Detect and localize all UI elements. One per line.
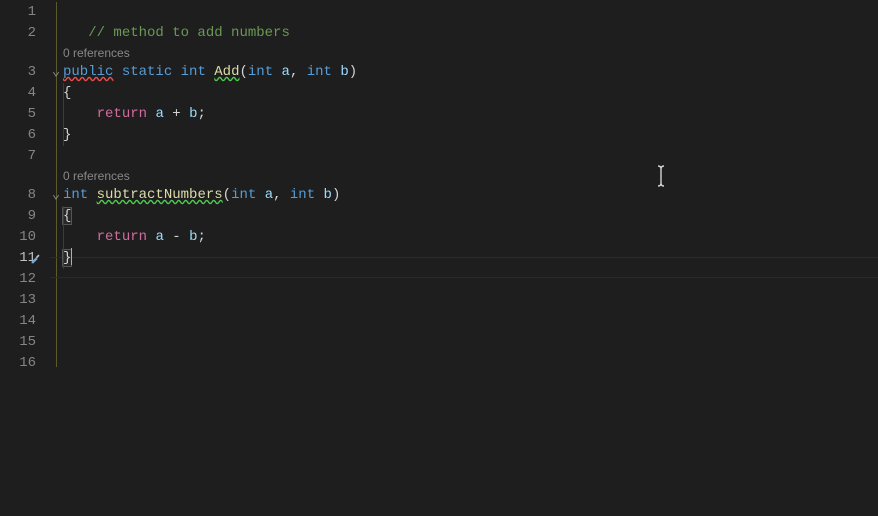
code-line[interactable]: } bbox=[63, 248, 878, 269]
line-number: 7 bbox=[0, 146, 50, 167]
brace: } bbox=[63, 127, 71, 143]
fold-icon[interactable]: ⌄ bbox=[50, 185, 62, 206]
type: int bbox=[181, 64, 206, 80]
brace-open-matched: { bbox=[62, 207, 72, 225]
type: int bbox=[248, 64, 273, 80]
line-number: 1 bbox=[0, 2, 50, 23]
keyword-return: return bbox=[97, 106, 147, 122]
semicolon: ; bbox=[197, 229, 205, 245]
comma: , bbox=[273, 187, 281, 203]
keyword-return: return bbox=[97, 229, 147, 245]
line-number: 16 bbox=[0, 353, 50, 374]
method-name: Add bbox=[214, 64, 239, 80]
operator-minus: - bbox=[172, 229, 180, 245]
line-number: 13 bbox=[0, 290, 50, 311]
type: int bbox=[231, 187, 256, 203]
line-number: 4 bbox=[0, 83, 50, 104]
variable: a bbox=[155, 106, 163, 122]
code-line[interactable]: ⌄public static int Add(int a, int b) bbox=[63, 62, 878, 83]
paren: ( bbox=[223, 187, 231, 203]
line-number: 2 bbox=[0, 23, 50, 44]
text-cursor bbox=[71, 248, 72, 265]
line-number: 9 bbox=[0, 206, 50, 227]
keyword: static bbox=[122, 64, 172, 80]
parameter: b bbox=[324, 187, 332, 203]
code-line[interactable] bbox=[63, 146, 878, 167]
code-line[interactable]: { bbox=[63, 83, 878, 104]
screwdriver-icon[interactable] bbox=[28, 248, 44, 269]
code-line[interactable]: ⌄int subtractNumbers(int a, int b) bbox=[63, 185, 878, 206]
line-number-gutter[interactable]: 1 2 3 4 5 6 7 8 9 10 11 12 13 14 15 16 bbox=[0, 0, 50, 516]
fold-icon[interactable]: ⌄ bbox=[50, 62, 62, 83]
line-number: 10 bbox=[0, 227, 50, 248]
parameter: b bbox=[340, 64, 348, 80]
code-line[interactable] bbox=[63, 311, 878, 332]
line-number: 15 bbox=[0, 332, 50, 353]
parameter: a bbox=[265, 187, 273, 203]
semicolon: ; bbox=[197, 106, 205, 122]
variable: a bbox=[155, 229, 163, 245]
code-line[interactable] bbox=[63, 290, 878, 311]
codelens-spacer bbox=[0, 167, 50, 185]
operator-plus: + bbox=[172, 106, 180, 122]
paren: ) bbox=[332, 187, 340, 203]
line-number: 8 bbox=[0, 185, 50, 206]
type: int bbox=[307, 64, 332, 80]
line-number: 6 bbox=[0, 125, 50, 146]
method-name: subtractNumbers bbox=[97, 187, 223, 203]
line-number: 14 bbox=[0, 311, 50, 332]
code-line[interactable] bbox=[63, 353, 878, 374]
codelens-references[interactable]: 0 references bbox=[63, 44, 878, 62]
parameter: a bbox=[282, 64, 290, 80]
code-line[interactable]: return a - b; bbox=[63, 227, 878, 248]
code-line[interactable]: } bbox=[63, 125, 878, 146]
paren: ( bbox=[240, 64, 248, 80]
code-line[interactable] bbox=[63, 269, 878, 290]
code-editor[interactable]: 1 2 3 4 5 6 7 8 9 10 11 12 13 14 15 16 /… bbox=[0, 0, 878, 516]
code-line[interactable]: // method to add numbers bbox=[63, 23, 878, 44]
code-line[interactable]: { bbox=[63, 206, 878, 227]
type: int bbox=[63, 187, 88, 203]
comment: // method to add numbers bbox=[88, 25, 290, 41]
code-line[interactable]: return a + b; bbox=[63, 104, 878, 125]
line-number: 3 bbox=[0, 62, 50, 83]
type: int bbox=[290, 187, 315, 203]
keyword: public bbox=[63, 64, 113, 80]
code-line[interactable] bbox=[63, 2, 878, 23]
codelens-spacer bbox=[0, 44, 50, 62]
code-content[interactable]: // method to add numbers 0 references ⌄p… bbox=[50, 0, 878, 516]
brace: { bbox=[63, 85, 71, 101]
codelens-references[interactable]: 0 references bbox=[63, 167, 878, 185]
code-line[interactable] bbox=[63, 332, 878, 353]
comma: , bbox=[290, 64, 298, 80]
paren: ) bbox=[349, 64, 357, 80]
line-number: 12 bbox=[0, 269, 50, 290]
line-number: 5 bbox=[0, 104, 50, 125]
